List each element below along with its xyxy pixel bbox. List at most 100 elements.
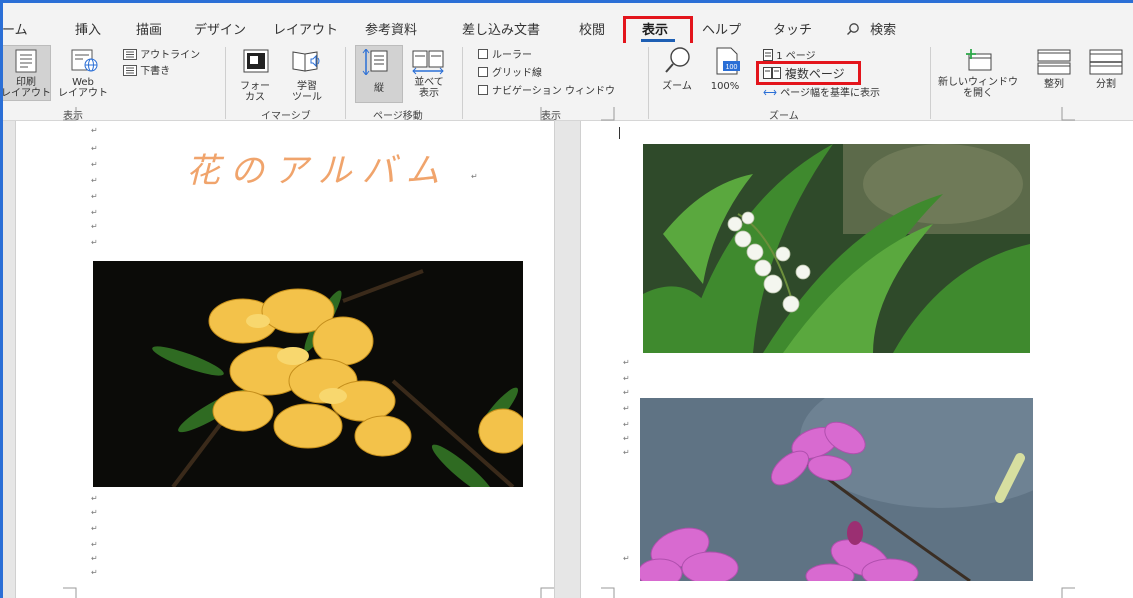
learning-tools-icon: [291, 49, 323, 77]
arrange-all-icon: [1037, 49, 1071, 79]
paragraph-mark: ↵: [623, 388, 630, 397]
paragraph-mark: ↵: [623, 448, 630, 457]
paragraph-mark: ↵: [91, 524, 98, 533]
ribbon-tabs: ホーム 挿入 描画 デザイン レイアウト 参考資料 差し込み文書 校閲 表示 ヘ…: [3, 3, 1133, 46]
ruler-checkbox[interactable]: ルーラー: [478, 49, 532, 61]
photo-yellow-azalea[interactable]: [93, 261, 523, 487]
svg-text:100: 100: [726, 64, 738, 71]
crop-mark: [1061, 587, 1075, 598]
paragraph-mark: ↵: [91, 238, 98, 247]
photo-pink-azalea[interactable]: [640, 398, 1033, 581]
paragraph-mark: ↵: [623, 358, 630, 367]
zoom-icon: [663, 45, 693, 79]
tab-draw[interactable]: 描画: [136, 19, 162, 38]
text-cursor: [619, 127, 620, 139]
vertical-button[interactable]: 縦: [355, 83, 403, 94]
ribbon: 印刷 レイアウト Web レイアウト アウトライン 下書き 表示 フォー カス …: [3, 43, 1133, 122]
tab-insert[interactable]: 挿入: [75, 19, 101, 38]
ruler-label: ルーラー: [492, 50, 532, 61]
search-icon: [846, 23, 864, 38]
paragraph-mark: ↵: [91, 160, 98, 169]
search-label: 検索: [870, 23, 897, 38]
group-separator: [345, 47, 346, 119]
navigation-pane-label: ナビゲーション ウィンドウ: [492, 86, 615, 97]
new-window-icon: [965, 49, 993, 75]
paragraph-mark: ↵: [91, 494, 98, 503]
paragraph-mark: ↵: [91, 192, 98, 201]
tab-help[interactable]: ヘルプ: [702, 19, 741, 38]
highlight-box-multiple-pages: [756, 61, 861, 85]
paragraph-mark: ↵: [91, 126, 98, 135]
side-by-side-button[interactable]: 並べて 表示: [405, 77, 453, 99]
crop-mark: [540, 587, 554, 598]
word-window: ホーム 挿入 描画 デザイン レイアウト 参考資料 差し込み文書 校閲 表示 ヘ…: [0, 0, 1133, 598]
navigation-pane-checkbox[interactable]: ナビゲーション ウィンドウ: [478, 85, 615, 97]
group-separator: [648, 47, 649, 119]
group-label-zoom: ズーム: [769, 111, 799, 122]
group-separator: [462, 47, 463, 119]
paragraph-mark: ↵: [91, 222, 98, 231]
paragraph-mark: ↵: [623, 420, 630, 429]
tab-design[interactable]: デザイン: [194, 19, 246, 38]
paragraph-mark: ↵: [623, 434, 630, 443]
tab-review[interactable]: 校閲: [579, 19, 605, 38]
crop-mark: [1061, 107, 1075, 121]
vertical-page-icon: [361, 48, 391, 79]
crop-mark: [601, 587, 615, 598]
new-window-button[interactable]: 新しいウィンドウ を開く: [938, 77, 1018, 99]
page-width-button[interactable]: ページ幅を基準に表示: [763, 87, 880, 99]
tab-mailings[interactable]: 差し込み文書: [462, 19, 540, 38]
photo-lily-of-the-valley[interactable]: [643, 144, 1030, 353]
group-separator: [930, 47, 931, 119]
print-layout-icon: [15, 49, 37, 77]
paragraph-mark: ↵: [91, 568, 98, 577]
tab-layout[interactable]: レイアウト: [273, 19, 338, 38]
outline-label: アウトライン: [140, 50, 201, 61]
hundred-percent-button[interactable]: 100%: [703, 81, 747, 92]
focus-button[interactable]: フォー カス: [231, 81, 279, 103]
split-button[interactable]: 分割: [1085, 79, 1127, 90]
crop-mark: [540, 107, 554, 121]
tab-home[interactable]: ホーム: [3, 19, 28, 38]
group-separator: [225, 47, 226, 119]
learning-tools-button[interactable]: 学習 ツール: [283, 81, 331, 103]
side-by-side-icon: [411, 49, 445, 79]
search-box[interactable]: 検索: [846, 19, 896, 38]
document-title[interactable]: 花のアルバム: [186, 143, 450, 192]
page-width-icon: [763, 88, 777, 99]
draft-icon: [123, 65, 137, 77]
paragraph-mark: ↵: [91, 176, 98, 185]
zoom-button[interactable]: ズーム: [659, 81, 695, 92]
print-layout-button[interactable]: 印刷 レイアウト: [3, 77, 51, 99]
paragraph-mark: ↵: [91, 144, 98, 153]
paragraph-mark: ↵: [91, 508, 98, 517]
gridlines-label: グリッド線: [492, 68, 542, 79]
group-label-immersive: イマーシブ: [261, 111, 311, 122]
tab-references[interactable]: 参考資料: [365, 19, 417, 38]
paragraph-mark: ↵: [91, 540, 98, 549]
focus-icon: [243, 49, 269, 77]
navigation-pane-checkbox-box[interactable]: [478, 85, 488, 95]
paragraph-mark: ↵: [623, 374, 630, 383]
ruler-checkbox-box[interactable]: [478, 49, 488, 59]
group-label-page-movement: ページ移動: [373, 111, 423, 122]
paragraph-mark: ↵: [623, 554, 630, 563]
arrange-all-button[interactable]: 整列: [1033, 79, 1075, 90]
crop-mark: [63, 107, 77, 121]
hundred-percent-icon: 100: [713, 47, 741, 79]
paragraph-mark: ↵: [623, 404, 630, 413]
outline-button[interactable]: アウトライン: [123, 49, 200, 61]
paragraph-mark: ↵: [471, 172, 478, 181]
draft-button[interactable]: 下書き: [123, 65, 170, 77]
web-layout-icon: [69, 49, 99, 77]
web-layout-button[interactable]: Web レイアウト: [53, 77, 113, 99]
gridlines-checkbox[interactable]: グリッド線: [478, 67, 542, 79]
crop-mark: [601, 107, 615, 121]
outline-icon: [123, 49, 137, 61]
tab-touch[interactable]: タッチ: [773, 19, 812, 38]
split-icon: [1089, 49, 1123, 79]
crop-mark: [63, 587, 77, 598]
paragraph-mark: ↵: [91, 554, 98, 563]
paragraph-mark: ↵: [91, 208, 98, 217]
gridlines-checkbox-box[interactable]: [478, 67, 488, 77]
